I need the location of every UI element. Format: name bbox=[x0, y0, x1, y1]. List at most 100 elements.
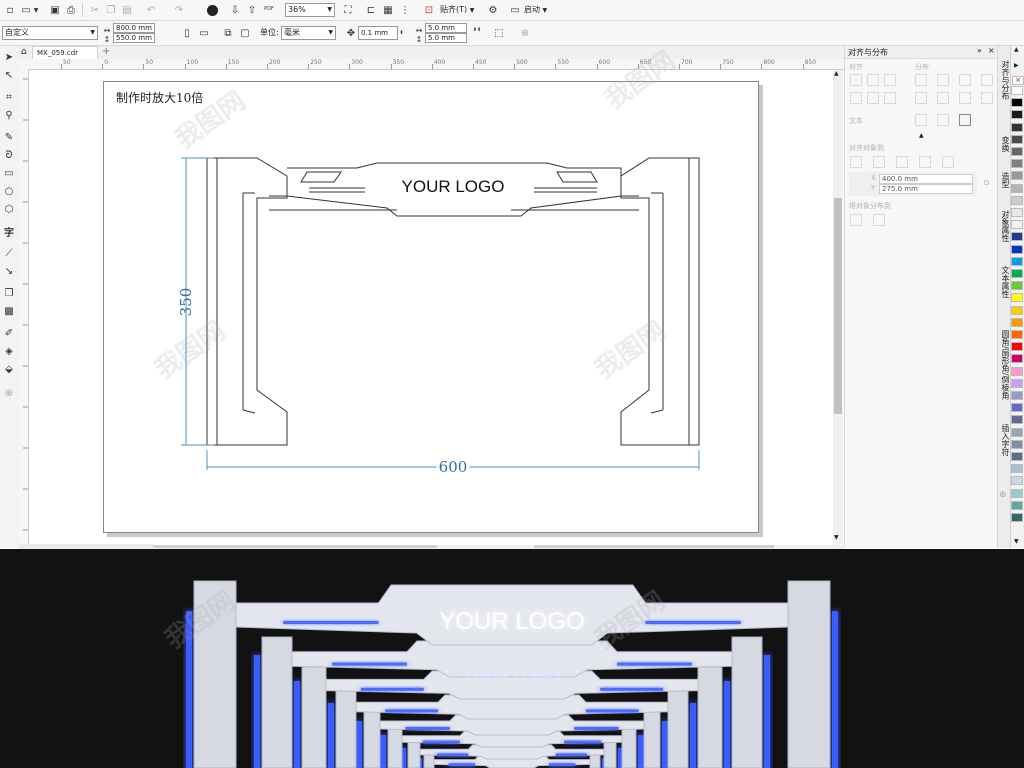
palette-swatch[interactable] bbox=[1011, 427, 1023, 437]
unit-select[interactable]: 毫米 ▼ bbox=[281, 26, 336, 40]
current-page-icon[interactable]: ▢ bbox=[238, 26, 252, 40]
freehand-tool-icon[interactable]: ✎ bbox=[2, 130, 16, 144]
ellipse-tool-icon[interactable]: ○ bbox=[2, 184, 16, 198]
dock-tab-fillet[interactable]: 圆角/扇形角/倒棱角 bbox=[998, 330, 1010, 410]
dock-tab-shaping[interactable]: 造型 bbox=[998, 172, 1010, 192]
collapse-icon[interactable]: » bbox=[977, 46, 982, 55]
palette-swatch[interactable] bbox=[1011, 244, 1023, 254]
zoom-level-select[interactable]: 36% ▼ bbox=[285, 3, 335, 17]
palette-swatch[interactable] bbox=[1011, 86, 1023, 95]
show-rulers-icon[interactable]: ⊏ bbox=[364, 3, 378, 17]
dropdown-arrow-icon[interactable]: ▼ bbox=[32, 3, 40, 17]
paste-icon[interactable]: ▤ bbox=[120, 3, 134, 17]
shape-tool-icon[interactable]: ↖ bbox=[2, 68, 16, 82]
scroll-down-icon[interactable]: ▼ bbox=[834, 534, 839, 541]
document-tab[interactable]: MX_059.cdr bbox=[32, 46, 98, 59]
redo-icon[interactable]: ↷ bbox=[172, 3, 186, 17]
duplicate-x-input[interactable]: 5.0 mm bbox=[425, 23, 467, 33]
drawing-canvas[interactable]: 制作时放大10倍 YOUR LOGO 350 600 bbox=[29, 70, 833, 545]
palette-swatch[interactable] bbox=[1011, 513, 1023, 522]
spinner-icon[interactable]: ⬍ bbox=[398, 26, 405, 40]
palette-swatch[interactable] bbox=[1011, 171, 1023, 181]
palette-swatch[interactable] bbox=[1011, 366, 1023, 376]
duplicate-y-input[interactable]: 5.0 mm bbox=[425, 33, 467, 43]
treat-as-filled-icon[interactable]: ⬚ bbox=[492, 26, 506, 40]
dock-tab-text-properties[interactable]: 文本属性 bbox=[998, 266, 1010, 306]
print-icon[interactable]: ⎙ bbox=[64, 3, 78, 17]
palette-swatch[interactable] bbox=[1011, 464, 1023, 474]
palette-swatch[interactable] bbox=[1011, 183, 1023, 193]
palette-swatch[interactable] bbox=[1011, 415, 1023, 425]
undo-icon[interactable]: ↶ bbox=[144, 3, 158, 17]
pick-tool-icon[interactable]: ➤ bbox=[2, 50, 16, 64]
launch-menu[interactable]: 启动 ▼ bbox=[524, 4, 547, 17]
text-first-line-icon[interactable] bbox=[915, 114, 927, 126]
align-center-h-icon[interactable] bbox=[867, 74, 879, 86]
rectangle-tool-icon[interactable]: ▭ bbox=[2, 166, 16, 180]
text-bbox-icon[interactable] bbox=[959, 114, 971, 126]
specified-point-icon[interactable] bbox=[942, 156, 954, 168]
distribute-page-icon[interactable] bbox=[873, 214, 885, 226]
landscape-icon[interactable]: ▭ bbox=[197, 26, 211, 40]
dock-tab-align[interactable]: 对齐与分布 bbox=[998, 60, 1010, 120]
distribute-selection-icon[interactable] bbox=[850, 214, 862, 226]
polygon-tool-icon[interactable]: ⬡ bbox=[2, 202, 16, 216]
align-right-icon[interactable] bbox=[884, 74, 896, 86]
zoom-tool-icon[interactable]: ⚲ bbox=[2, 108, 16, 122]
corel-connect-icon[interactable] bbox=[205, 3, 219, 17]
distribute-right-icon[interactable] bbox=[959, 74, 971, 86]
add-docker-icon[interactable]: ⊕ bbox=[999, 490, 1007, 500]
vertical-scrollbar[interactable]: ▲ ▼ bbox=[833, 70, 843, 545]
show-grid-icon[interactable]: ▦ bbox=[381, 3, 395, 17]
x-coordinate-input[interactable]: 400.0 mm bbox=[879, 174, 973, 184]
import-icon[interactable]: ⇩ bbox=[228, 3, 242, 17]
eyedropper-icon[interactable]: ✐ bbox=[2, 326, 16, 340]
horizontal-scroll-thumb[interactable] bbox=[147, 545, 437, 548]
palette-swatch[interactable] bbox=[1011, 403, 1023, 413]
palette-flyout-icon[interactable]: ▶ bbox=[1014, 62, 1019, 69]
palette-swatch[interactable] bbox=[1011, 305, 1023, 315]
palette-swatch[interactable] bbox=[1011, 354, 1023, 364]
page-width-input[interactable]: 800.0 mm bbox=[113, 23, 155, 33]
palette-swatch[interactable] bbox=[1011, 293, 1023, 303]
home-tab-icon[interactable]: ⌂ bbox=[21, 47, 27, 57]
palette-swatch[interactable] bbox=[1011, 134, 1023, 144]
expand-arrow-icon[interactable]: ▲ bbox=[919, 132, 924, 139]
distribute-vspace-icon[interactable] bbox=[981, 92, 993, 104]
palette-swatch[interactable] bbox=[1011, 98, 1023, 108]
dock-tab-object-properties[interactable]: 对象属性 bbox=[998, 210, 1010, 250]
palette-swatch[interactable] bbox=[1011, 147, 1023, 156]
page-center-icon[interactable] bbox=[896, 156, 908, 168]
palette-swatch[interactable] bbox=[1011, 317, 1023, 327]
palette-swatch[interactable] bbox=[1011, 500, 1023, 510]
open-folder-icon[interactable]: ▭ bbox=[19, 3, 33, 17]
align-top-icon[interactable] bbox=[850, 92, 862, 104]
interactive-fill-icon[interactable]: ◈ bbox=[2, 344, 16, 358]
crop-tool-icon[interactable]: ⌗ bbox=[2, 90, 16, 104]
snap-icon[interactable]: ⊡ bbox=[422, 3, 436, 17]
active-objects-icon[interactable] bbox=[850, 156, 862, 168]
dock-tab-transform[interactable]: 变换 bbox=[998, 136, 1010, 156]
options-gear-icon[interactable]: ⚙ bbox=[486, 3, 500, 17]
palette-scroll-down-icon[interactable]: ▼ bbox=[1014, 538, 1019, 545]
page-edge-icon[interactable] bbox=[873, 156, 885, 168]
palette-swatch[interactable] bbox=[1011, 232, 1023, 242]
vertical-scroll-thumb[interactable] bbox=[834, 198, 842, 414]
palette-swatch[interactable] bbox=[1011, 488, 1023, 498]
nudge-distance-input[interactable]: 0.1 mm bbox=[358, 26, 398, 40]
cut-icon[interactable]: ✂ bbox=[88, 3, 102, 17]
palette-swatch[interactable] bbox=[1011, 122, 1023, 132]
parallel-dimension-icon[interactable]: ⟋ bbox=[2, 246, 16, 260]
palette-swatch[interactable] bbox=[1011, 110, 1023, 120]
horizontal-scroll-thumb-right[interactable] bbox=[534, 545, 774, 548]
add-icon[interactable]: ⊕ bbox=[518, 26, 532, 40]
connector-tool-icon[interactable]: ↘ bbox=[2, 264, 16, 278]
no-color-swatch[interactable]: × bbox=[1012, 76, 1024, 85]
grid-icon[interactable] bbox=[919, 156, 931, 168]
palette-swatch[interactable] bbox=[1011, 476, 1023, 486]
palette-swatch[interactable] bbox=[1011, 330, 1023, 339]
drop-shadow-icon[interactable]: ❒ bbox=[2, 286, 16, 300]
snap-to-menu[interactable]: 贴齐(T) ▼ bbox=[440, 4, 474, 17]
launch-icon[interactable]: ▭ bbox=[508, 3, 522, 17]
distribute-middle-icon[interactable] bbox=[937, 92, 949, 104]
